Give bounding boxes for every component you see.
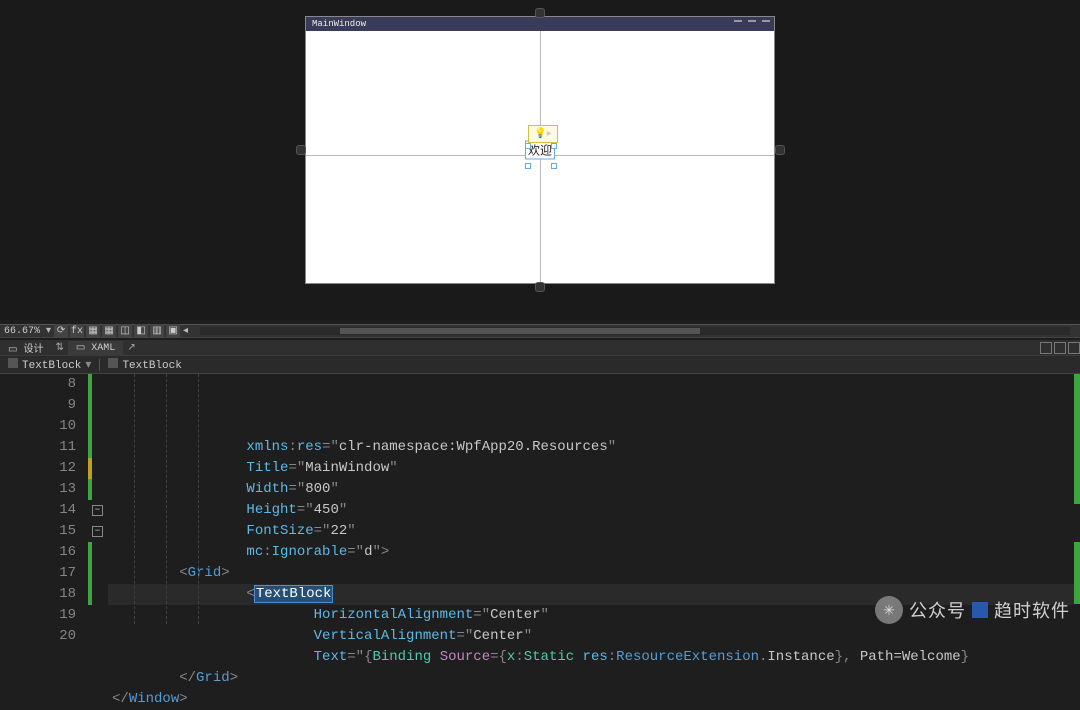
lightbulb-hint[interactable]: 💡▸	[528, 125, 558, 143]
breadcrumb-right[interactable]: TextBlock	[104, 358, 181, 372]
code-line[interactable]: mc:Ignorable="d">	[108, 542, 1080, 563]
zoom-level[interactable]: 66.67%	[0, 326, 44, 337]
resize-handle-top[interactable]	[535, 8, 545, 18]
tab-xaml[interactable]: ▭ XAML	[68, 341, 123, 355]
design-window-titlebar: MainWindow	[306, 17, 774, 31]
fx-icon[interactable]: fx	[70, 324, 84, 338]
zoom-dropdown-icon[interactable]: ▾	[44, 325, 53, 337]
overview-ruler	[1074, 374, 1080, 644]
resize-handle-right[interactable]	[775, 145, 785, 155]
selection-handle[interactable]	[525, 163, 531, 169]
popout-icon[interactable]: ↗	[123, 342, 139, 354]
split-pane-toolbar: ▭ 设计 ⇅ ▭ XAML ↗	[0, 340, 1080, 356]
resize-handle-bottom[interactable]	[535, 282, 545, 292]
snap2-icon[interactable]: ◧	[134, 324, 148, 338]
code-line[interactable]: xmlns:res="clr-namespace:WpfApp20.Resour…	[108, 437, 1080, 458]
code-line[interactable]: </Window>	[108, 689, 1080, 710]
fold-toggle[interactable]: −	[92, 526, 103, 537]
selection-handle[interactable]	[525, 143, 531, 149]
swap-panes-icon[interactable]: ⇅	[51, 342, 67, 354]
code-line[interactable]: Text="{Binding Source={x:Static res:Reso…	[108, 647, 1080, 668]
layout-vertical-icon[interactable]	[1040, 342, 1052, 354]
refresh-icon[interactable]: ⟳	[54, 324, 68, 338]
fold-column: −−	[92, 374, 108, 644]
code-line[interactable]: <Grid>	[108, 563, 1080, 584]
popup-icon[interactable]: ▣	[166, 324, 180, 338]
code-line[interactable]: FontSize="22"	[108, 521, 1080, 542]
scrollbar-thumb[interactable]	[340, 328, 700, 334]
snap-icon[interactable]: ◫	[118, 324, 132, 338]
watermark: ✳ 公众号 趋时软件	[875, 596, 1070, 624]
code-line[interactable]: Title="MainWindow"	[108, 458, 1080, 479]
code-line[interactable]: Height="450"	[108, 500, 1080, 521]
window-title-text: MainWindow	[312, 19, 366, 29]
selection-handle[interactable]	[551, 143, 557, 149]
designer-canvas[interactable]: MainWindow 欢迎 💡▸	[0, 0, 1080, 320]
code-line[interactable]: </Grid>	[108, 668, 1080, 689]
chevron-down-icon[interactable]: ▾	[81, 357, 95, 372]
grid-icon[interactable]: ▦	[86, 324, 100, 338]
tab-design[interactable]: ▭ 设计	[0, 339, 51, 357]
breadcrumb-bar: TextBlock ▾ TextBlock	[0, 356, 1080, 374]
layout-icon[interactable]: ▥	[150, 324, 164, 338]
scroll-left-icon[interactable]: ◂	[181, 325, 190, 337]
layout-collapse-icon[interactable]	[1068, 342, 1080, 354]
watermark-text-b: 趋时软件	[994, 597, 1070, 623]
design-window[interactable]: MainWindow 欢迎 💡▸	[305, 16, 775, 284]
resize-handle-left[interactable]	[296, 145, 306, 155]
horizontal-scrollbar[interactable]	[200, 327, 1070, 335]
code-line[interactable]: Width="800"	[108, 479, 1080, 500]
window-buttons	[734, 20, 770, 22]
watermark-square-icon	[972, 602, 988, 618]
fold-toggle[interactable]: −	[92, 505, 103, 516]
wechat-icon: ✳	[875, 596, 903, 624]
selection-handle[interactable]	[551, 163, 557, 169]
grid2-icon[interactable]: ▦	[102, 324, 116, 338]
watermark-text-a: 公众号	[909, 597, 966, 623]
layout-horizontal-icon[interactable]	[1054, 342, 1066, 354]
line-number-gutter: 891011121314151617181920	[0, 374, 88, 644]
breadcrumb-left[interactable]: TextBlock	[0, 358, 81, 372]
